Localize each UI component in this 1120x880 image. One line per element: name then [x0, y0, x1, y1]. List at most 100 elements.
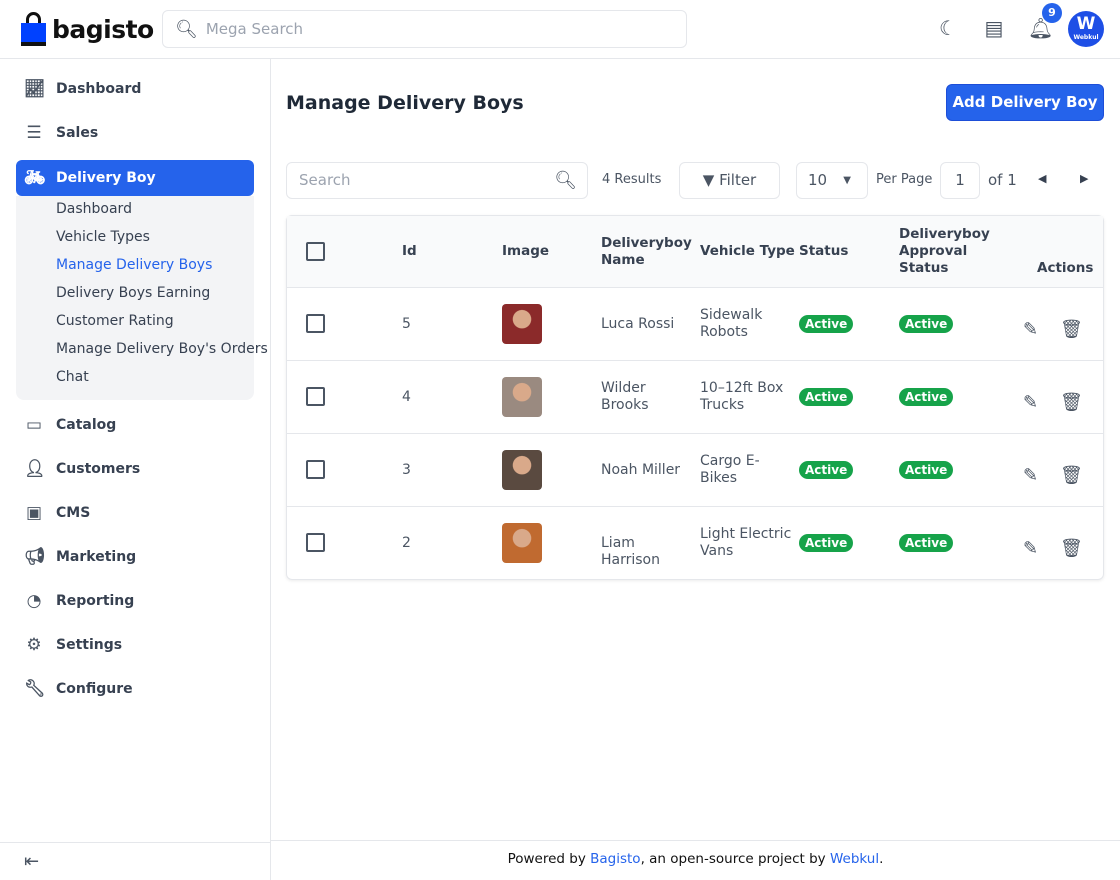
- sidebar-item-reporting[interactable]: ◔ Reporting: [16, 583, 254, 619]
- edit-icon[interactable]: ✎: [1023, 392, 1038, 413]
- row-vehicle-type: Cargo E-Bikes: [700, 453, 760, 486]
- page-input[interactable]: 1: [940, 162, 980, 199]
- approval-status-badge: Active: [899, 461, 954, 479]
- sidebar-item-settings[interactable]: ⚙︎ Settings: [16, 627, 254, 663]
- sidebar-item-label: Delivery Boy: [56, 170, 156, 186]
- submenu-dashboard[interactable]: Dashboard: [56, 201, 132, 217]
- column-vehicle-type[interactable]: Vehicle Type: [700, 243, 795, 260]
- sidebar-item-customers[interactable]: 👤︎ Customers: [16, 451, 254, 487]
- search-icon: 🔍︎: [175, 18, 198, 40]
- sidebar-footer-divider: [0, 842, 270, 843]
- page-title: Manage Delivery Boys: [286, 92, 524, 114]
- add-delivery-boy-button[interactable]: Add Delivery Boy: [946, 84, 1104, 121]
- submenu-vehicle-types[interactable]: Vehicle Types: [56, 229, 150, 245]
- sidebar: 📈︎ Dashboard ☰ Sales 🚲︎ Delivery Boy Dashbo…: [0, 59, 271, 880]
- person-icon: 👤︎: [24, 459, 46, 479]
- receipt-icon: ☰: [26, 123, 42, 143]
- column-id[interactable]: Id: [402, 243, 417, 260]
- delivery-boys-table: Id Image Deliveryboy Name Vehicle Type S…: [286, 215, 1104, 580]
- row-vehicle-type: Sidewalk Robots: [700, 307, 763, 340]
- table-row: 5 Luca Rossi Sidewalk Robots Active Acti…: [287, 288, 1103, 361]
- edit-icon[interactable]: ✎: [1023, 538, 1038, 559]
- per-page-label: Per Page: [876, 172, 933, 187]
- search-icon[interactable]: 🔍︎: [554, 163, 577, 198]
- mega-search-input[interactable]: 🔍︎ Mega Search: [162, 10, 687, 48]
- delete-icon[interactable]: 🗑︎: [1060, 392, 1083, 413]
- pie-icon: ◔: [26, 591, 42, 611]
- column-status[interactable]: Status: [799, 243, 848, 260]
- webkul-link[interactable]: Webkul: [830, 851, 879, 867]
- filter-button[interactable]: ▼ Filter: [679, 162, 780, 199]
- sidebar-item-label: Sales: [56, 125, 99, 141]
- per-page-select[interactable]: 10 ▼: [796, 162, 868, 199]
- column-name[interactable]: Deliveryboy Name: [601, 235, 692, 269]
- delete-icon[interactable]: 🗑︎: [1060, 465, 1083, 486]
- gear-icon: ⚙︎: [26, 635, 42, 655]
- footer-text: .: [879, 851, 884, 867]
- row-checkbox[interactable]: [306, 314, 325, 333]
- top-header: bagisto 🔍︎ Mega Search ☾ ▤ 🔔︎ 9 W Webkul: [0, 0, 1120, 59]
- wrench-icon: 🔧︎: [24, 679, 46, 699]
- search-input[interactable]: Search 🔍︎: [286, 162, 588, 199]
- submenu-manage-orders[interactable]: Manage Delivery Boy's Orders: [56, 341, 268, 357]
- table-row: 3 Noah Miller Cargo E-Bikes Active Activ…: [287, 434, 1103, 507]
- row-checkbox[interactable]: [306, 387, 325, 406]
- select-all-checkbox[interactable]: [306, 242, 325, 261]
- row-id: 3: [402, 462, 411, 478]
- sidebar-item-label: Reporting: [56, 593, 135, 609]
- status-badge: Active: [799, 461, 854, 479]
- row-checkbox[interactable]: [306, 460, 325, 479]
- delivery-boy-photo: [502, 450, 542, 490]
- approval-status-badge: Active: [899, 388, 954, 406]
- column-approval-status[interactable]: Deliveryboy Approval Status: [899, 226, 990, 277]
- results-count: 4 Results: [602, 172, 662, 187]
- prev-page-icon[interactable]: ◀: [1038, 172, 1046, 185]
- chart-icon: 📈︎: [24, 79, 46, 99]
- sidebar-item-delivery-boy[interactable]: 🚲︎ Delivery Boy: [16, 160, 254, 196]
- delivery-boy-photo: [502, 304, 542, 344]
- status-badge: Active: [799, 388, 854, 406]
- table-row: 4 Wilder Brooks 10–12ft Box Trucks Activ…: [287, 361, 1103, 434]
- edit-icon[interactable]: ✎: [1023, 465, 1038, 486]
- sidebar-item-label: Settings: [56, 637, 123, 653]
- sidebar-item-sales[interactable]: ☰ Sales: [16, 115, 254, 151]
- avatar-initial: W: [1076, 14, 1096, 34]
- edit-icon[interactable]: ✎: [1023, 319, 1038, 340]
- delete-icon[interactable]: 🗑︎: [1060, 319, 1083, 340]
- submenu-delivery-boys-earning[interactable]: Delivery Boys Earning: [56, 285, 210, 301]
- row-name: Luca Rossi: [601, 316, 675, 332]
- column-actions: Actions: [1037, 260, 1094, 276]
- row-vehicle-type: 10–12ft Box Trucks: [700, 380, 784, 413]
- row-vehicle-type: Light Electric Vans: [700, 526, 792, 559]
- sidebar-item-label: Marketing: [56, 549, 137, 565]
- monitor-icon: ▣: [25, 503, 43, 523]
- next-page-icon[interactable]: ▶: [1080, 172, 1088, 185]
- sidebar-item-marketing[interactable]: 📢︎ Marketing: [16, 539, 254, 575]
- submenu-customer-rating[interactable]: Customer Rating: [56, 313, 174, 329]
- bagisto-link[interactable]: Bagisto: [590, 851, 640, 867]
- delete-icon[interactable]: 🗑︎: [1060, 538, 1083, 559]
- storefront-icon[interactable]: ▤: [982, 16, 1006, 40]
- approval-status-badge: Active: [899, 534, 954, 552]
- sidebar-item-catalog[interactable]: ▭ Catalog: [16, 407, 254, 443]
- sidebar-item-cms[interactable]: ▣ CMS: [16, 495, 254, 531]
- sidebar-item-dashboard[interactable]: 📈︎ Dashboard: [16, 71, 254, 107]
- footer-text: , an open-source project by: [640, 851, 830, 867]
- dark-mode-icon[interactable]: ☾: [936, 16, 960, 40]
- avatar[interactable]: W Webkul: [1068, 11, 1104, 47]
- submenu-manage-delivery-boys[interactable]: Manage Delivery Boys: [56, 257, 212, 273]
- chevron-down-icon: ▼: [843, 175, 851, 186]
- delivery-boy-photo: [502, 523, 542, 563]
- sidebar-item-configure[interactable]: 🔧︎ Configure: [16, 671, 254, 707]
- table-row: 2 Liam Harrison Light Electric Vans Acti…: [287, 507, 1103, 580]
- sidebar-item-label: CMS: [56, 505, 91, 521]
- bag-icon: [21, 12, 46, 46]
- collapse-sidebar-icon[interactable]: ⇤: [24, 851, 39, 872]
- footer-text: Powered by: [507, 851, 591, 867]
- row-checkbox[interactable]: [306, 533, 325, 552]
- megaphone-icon: 📢︎: [24, 547, 46, 567]
- submenu-chat[interactable]: Chat: [56, 369, 89, 385]
- filter-icon: ▼: [702, 171, 720, 189]
- page-total: of 1: [988, 171, 1017, 189]
- bagisto-logo[interactable]: bagisto: [21, 12, 154, 46]
